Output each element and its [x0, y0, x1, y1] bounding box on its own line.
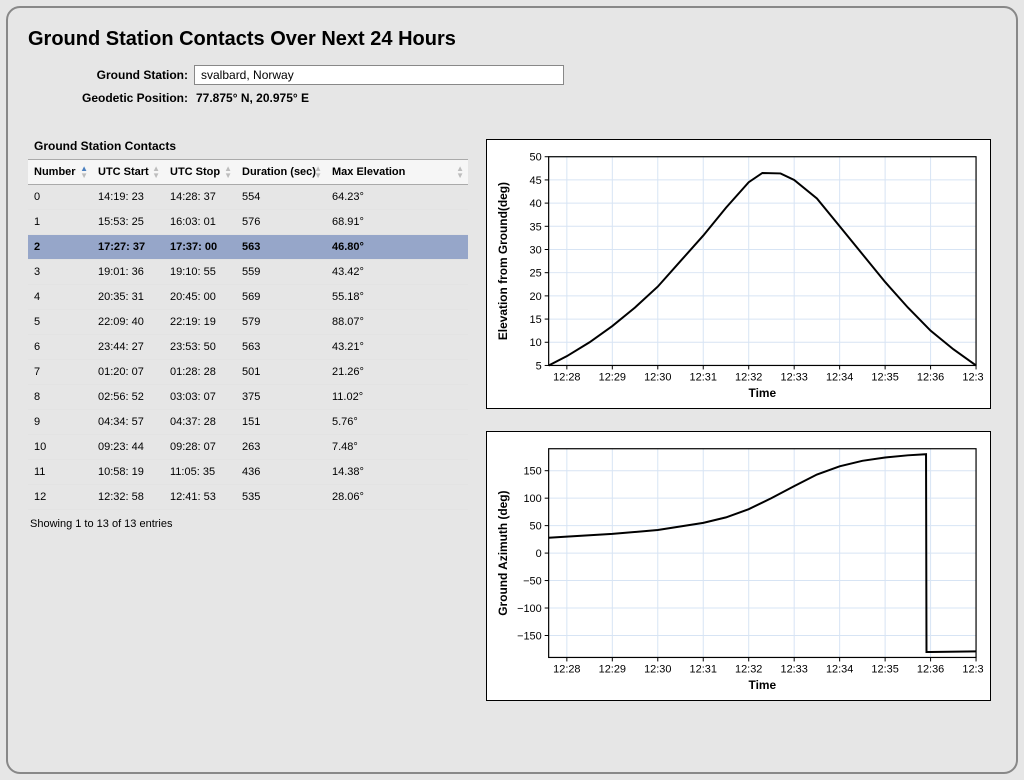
table-row[interactable]: 217:27: 3717:37: 0056346.80°: [28, 235, 468, 260]
svg-text:12:29: 12:29: [599, 663, 626, 675]
azimuth-chart: 12:28 12:29 12:30 12:31 12:32 12:33 12:34 12:35…: [486, 431, 991, 701]
table-row[interactable]: 1212:32: 5812:41: 5353528.06°: [28, 485, 468, 510]
table-info: Showing 1 to 13 of 13 entries: [28, 510, 468, 530]
svg-text:12:29: 12:29: [599, 371, 626, 383]
svg-text:25: 25: [530, 268, 542, 280]
svg-text:12:32: 12:32: [735, 371, 762, 383]
svg-text:12:37: 12:37: [962, 371, 984, 383]
svg-text:12:31: 12:31: [690, 371, 717, 383]
geodetic-position-label: Geodetic Position:: [70, 91, 194, 105]
page-title: Ground Station Contacts Over Next 24 Hou…: [28, 28, 996, 51]
svg-text:12:30: 12:30: [644, 663, 671, 675]
table-row[interactable]: 319:01: 3619:10: 5555943.42°: [28, 260, 468, 285]
svg-text:12:31: 12:31: [690, 663, 717, 675]
col-max-elevation[interactable]: Max Elevation ▲▼: [326, 160, 468, 185]
svg-text:12:34: 12:34: [826, 371, 853, 383]
col-utc-stop[interactable]: UTC Stop ▲▼: [164, 160, 236, 185]
svg-text:12:33: 12:33: [781, 371, 808, 383]
svg-text:50: 50: [530, 152, 542, 164]
svg-text:−150: −150: [517, 630, 542, 642]
table-row[interactable]: 522:09: 4022:19: 1957988.07°: [28, 310, 468, 335]
ground-station-input[interactable]: [194, 65, 564, 85]
main-panel: Ground Station Contacts Over Next 24 Hou…: [6, 6, 1018, 774]
svg-text:45: 45: [530, 175, 542, 187]
svg-text:50: 50: [530, 521, 542, 533]
svg-text:40: 40: [530, 198, 542, 210]
elevation-chart: 12:28 12:29 12:30 12:31 12:32 12:33 12:34 12:35…: [486, 139, 991, 409]
table-row[interactable]: 115:53: 2516:03: 0157668.91°: [28, 210, 468, 235]
svg-text:12:35: 12:35: [871, 663, 898, 675]
sort-icon: ▲▼: [456, 165, 464, 179]
svg-text:10: 10: [530, 337, 542, 349]
geodetic-position-value: 77.875° N, 20.975° E: [194, 91, 309, 105]
svg-text:12:37: 12:37: [962, 663, 984, 675]
svg-text:15: 15: [530, 314, 542, 326]
table-row[interactable]: 1110:58: 1911:05: 3543614.38°: [28, 460, 468, 485]
svg-text:Elevation from Ground(deg): Elevation from Ground(deg): [496, 182, 510, 340]
sort-icon: ▲▼: [152, 165, 160, 179]
svg-text:20: 20: [530, 291, 542, 303]
svg-text:12:28: 12:28: [553, 663, 580, 675]
sort-icon: ▲▼: [314, 165, 322, 179]
svg-text:12:36: 12:36: [917, 371, 944, 383]
sort-icon: ▲▼: [224, 165, 232, 179]
svg-text:150: 150: [523, 466, 541, 478]
contacts-table: Number ▲▼ UTC Start ▲▼ UTC Stop ▲▼: [28, 159, 468, 510]
table-row[interactable]: 904:34: 5704:37: 281515.76°: [28, 410, 468, 435]
ground-station-label: Ground Station:: [70, 68, 194, 82]
form-section: Ground Station: Geodetic Position: 77.87…: [70, 65, 996, 105]
table-row[interactable]: 014:19: 2314:28: 3755464.23°: [28, 185, 468, 210]
sort-icon: ▲▼: [80, 165, 88, 179]
svg-text:35: 35: [530, 221, 542, 233]
svg-text:30: 30: [530, 244, 542, 256]
table-title: Ground Station Contacts: [28, 139, 468, 159]
svg-text:−50: −50: [523, 576, 542, 588]
table-row[interactable]: 623:44: 2723:53: 5056343.21°: [28, 335, 468, 360]
col-duration[interactable]: Duration (sec) ▲▼: [236, 160, 326, 185]
table-row[interactable]: 420:35: 3120:45: 0056955.18°: [28, 285, 468, 310]
svg-text:−100: −100: [517, 603, 542, 615]
svg-text:0: 0: [536, 548, 542, 560]
svg-text:Ground Azimuth (deg): Ground Azimuth (deg): [496, 490, 510, 615]
svg-text:12:34: 12:34: [826, 663, 853, 675]
table-row[interactable]: 1009:23: 4409:28: 072637.48°: [28, 435, 468, 460]
svg-text:12:28: 12:28: [553, 371, 580, 383]
table-row[interactable]: 802:56: 5203:03: 0737511.02°: [28, 385, 468, 410]
svg-text:12:30: 12:30: [644, 371, 671, 383]
svg-text:Time: Time: [749, 678, 777, 692]
svg-text:Time: Time: [749, 386, 777, 400]
col-number[interactable]: Number ▲▼: [28, 160, 92, 185]
svg-text:12:32: 12:32: [735, 663, 762, 675]
svg-text:5: 5: [536, 360, 542, 372]
table-row[interactable]: 701:20: 0701:28: 2850121.26°: [28, 360, 468, 385]
svg-text:12:35: 12:35: [871, 371, 898, 383]
svg-text:12:33: 12:33: [781, 663, 808, 675]
col-utc-start[interactable]: UTC Start ▲▼: [92, 160, 164, 185]
svg-text:12:36: 12:36: [917, 663, 944, 675]
svg-text:100: 100: [523, 493, 541, 505]
